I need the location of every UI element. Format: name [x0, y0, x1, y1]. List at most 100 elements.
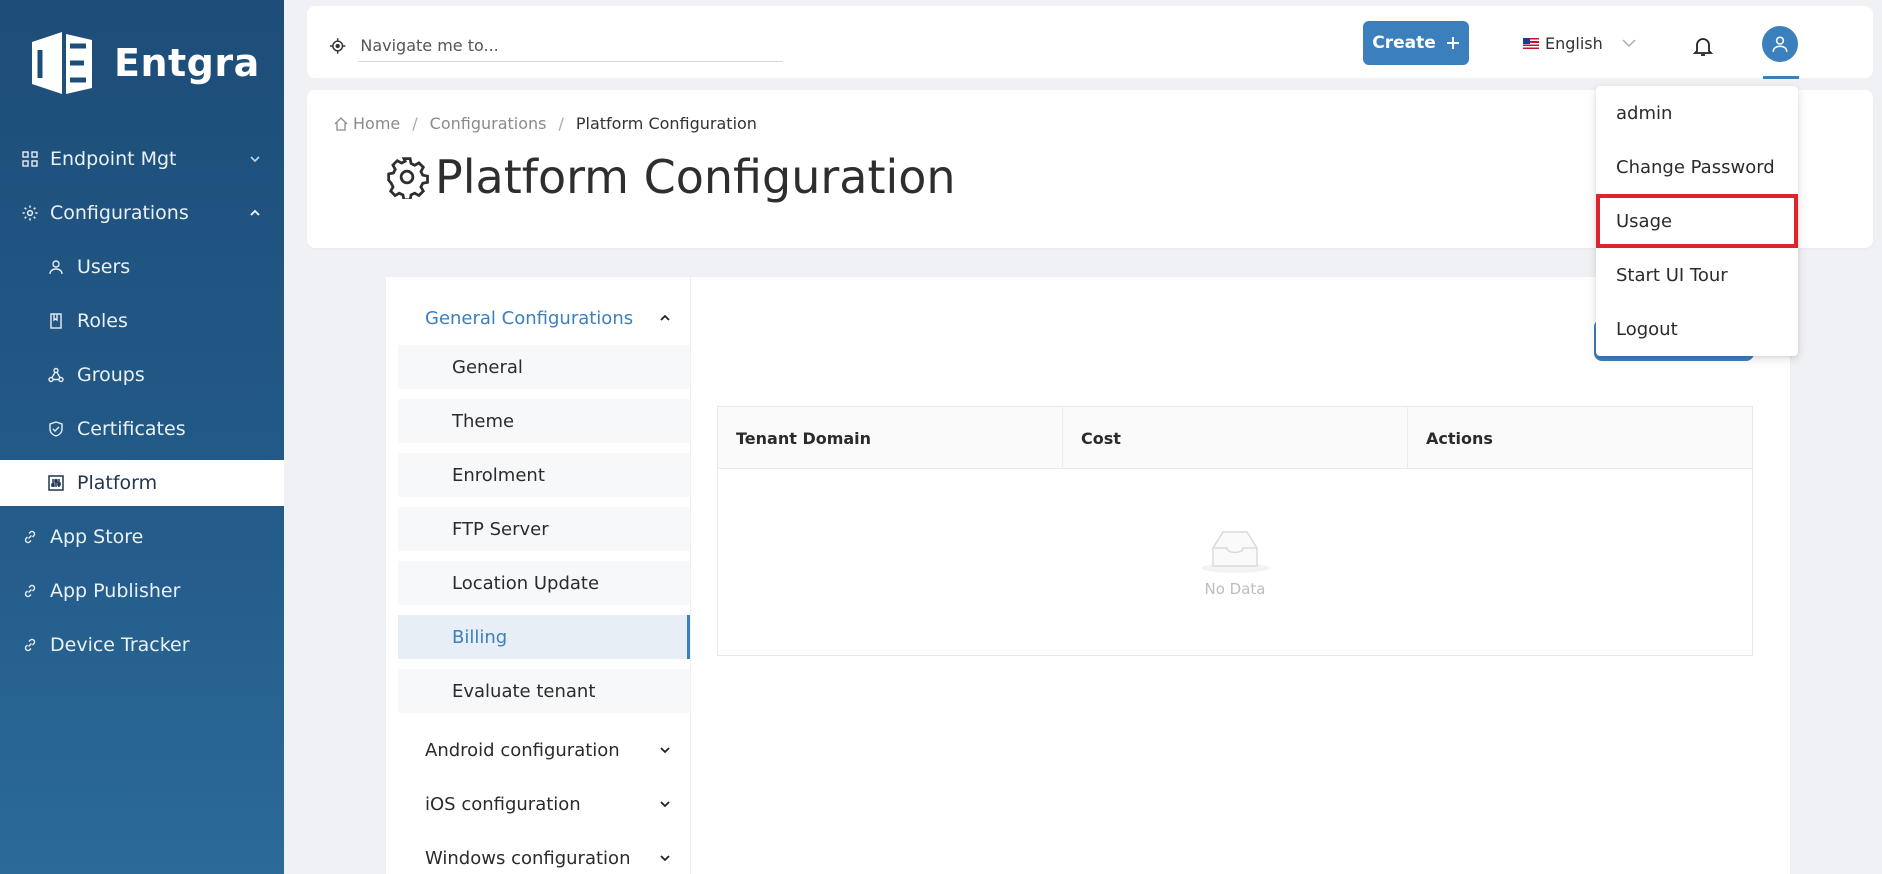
shield-check-icon — [46, 419, 66, 439]
column-header-tenant-domain: Tenant Domain — [718, 407, 1063, 469]
navigate-search — [329, 26, 783, 66]
menu-item-location-update[interactable]: Location Update — [398, 561, 690, 605]
sidebar-item-endpoint-mgt[interactable]: Endpoint Mgt — [0, 136, 284, 182]
billing-table: Tenant Domain Cost Actions No Data — [717, 406, 1753, 656]
user-icon — [1772, 36, 1788, 52]
menu-item-label: Billing — [452, 626, 508, 648]
plus-icon — [1446, 37, 1459, 49]
menu-group-ios-configuration[interactable]: iOS configuration — [398, 777, 690, 831]
home-icon — [334, 116, 348, 131]
navigate-input[interactable] — [358, 30, 783, 62]
empty-state-text: No Data — [1204, 580, 1266, 598]
breadcrumb: Home / Configurations / Platform Configu… — [333, 114, 757, 133]
chevron-up-icon — [660, 314, 670, 321]
book-icon — [46, 311, 66, 331]
create-button-label: Create — [1372, 33, 1436, 53]
gear-icon — [387, 157, 429, 199]
bell-icon[interactable] — [1691, 34, 1715, 58]
sidebar-item-app-publisher[interactable]: App Publisher — [0, 568, 284, 614]
platform-config-panel: General Configurations General Theme Enr… — [385, 276, 1791, 874]
menu-group-general-configurations[interactable]: General Configurations — [398, 291, 690, 345]
user-menu-item-change-password[interactable]: Change Password — [1596, 140, 1798, 194]
sidebar-item-platform[interactable]: Platform — [0, 460, 284, 506]
sidebar-item-roles[interactable]: Roles — [0, 298, 284, 344]
breadcrumb-separator: / — [412, 114, 418, 133]
grid-icon — [20, 149, 40, 169]
link-icon — [20, 581, 40, 601]
table-header: Tenant Domain Cost Actions — [718, 407, 1752, 469]
menu-group-android-configuration[interactable]: Android configuration — [398, 723, 690, 777]
column-header-cost: Cost — [1063, 407, 1408, 469]
chevron-down-icon — [660, 801, 670, 808]
sidebar-item-label: Platform — [77, 472, 158, 494]
sidebar-item-label: Certificates — [77, 418, 186, 440]
empty-state: No Data — [718, 469, 1752, 655]
avatar-active-indicator — [1763, 76, 1799, 79]
breadcrumb-home[interactable]: Home — [353, 114, 400, 133]
sidebar-item-configurations[interactable]: Configurations — [0, 190, 284, 236]
menu-item-label: Theme — [452, 410, 515, 432]
menu-item-label: Enrolment — [452, 464, 545, 486]
sidebar-item-certificates[interactable]: Certificates — [0, 406, 284, 452]
sidebar-item-label: Endpoint Mgt — [50, 148, 177, 170]
sidebar-item-label: App Publisher — [50, 580, 181, 602]
breadcrumb-current: Platform Configuration — [575, 114, 757, 133]
menu-item-label: FTP Server — [452, 518, 549, 540]
menu-item-ftp-server[interactable]: FTP Server — [398, 507, 690, 551]
user-menu-item-admin[interactable]: admin — [1596, 86, 1798, 140]
create-button[interactable]: Create — [1363, 21, 1469, 65]
menu-item-enrolment[interactable]: Enrolment — [398, 453, 690, 497]
cluster-icon — [46, 365, 66, 385]
sliders-icon — [46, 473, 66, 493]
sidebar-item-label: Users — [77, 256, 131, 278]
menu-item-theme[interactable]: Theme — [398, 399, 690, 443]
config-menu: General Configurations General Theme Enr… — [398, 291, 690, 874]
entgra-logo-icon — [32, 32, 92, 94]
menu-item-general[interactable]: General — [398, 345, 690, 389]
user-menu-item-usage[interactable]: Usage — [1596, 194, 1798, 248]
chevron-down-icon — [250, 156, 260, 163]
sidebar-item-users[interactable]: Users — [0, 244, 284, 290]
user-icon — [46, 257, 66, 277]
user-menu-dropdown: admin Change Password Usage Start UI Tou… — [1596, 86, 1798, 356]
brand-name: Entgra — [114, 41, 260, 85]
user-avatar-button[interactable] — [1762, 26, 1798, 62]
chevron-down-icon — [1622, 39, 1636, 47]
sidebar-item-label: App Store — [50, 526, 144, 548]
sidebar-item-label: Roles — [77, 310, 128, 332]
language-value: English — [1545, 33, 1603, 53]
breadcrumb-separator: / — [558, 114, 564, 133]
sidebar-item-label: Groups — [77, 364, 145, 386]
sidebar-item-label: Configurations — [50, 202, 189, 224]
menu-item-billing[interactable]: Billing — [398, 615, 690, 659]
link-icon — [20, 527, 40, 547]
language-select[interactable]: English — [1523, 26, 1637, 60]
us-flag-icon — [1523, 37, 1539, 49]
menu-item-evaluate-tenant[interactable]: Evaluate tenant — [398, 669, 690, 713]
menu-item-label: General — [452, 356, 523, 378]
menu-group-label: Android configuration — [425, 739, 620, 761]
page-title-text: Platform Configuration — [435, 150, 956, 204]
menu-group-label: iOS configuration — [425, 793, 581, 815]
brand-logo[interactable]: Entgra — [26, 28, 260, 98]
page-title: Platform Configuration — [385, 150, 956, 204]
column-header-actions: Actions — [1426, 428, 1493, 448]
sidebar-item-groups[interactable]: Groups — [0, 352, 284, 398]
user-menu-item-logout[interactable]: Logout — [1596, 302, 1798, 356]
chevron-down-icon — [660, 747, 670, 754]
menu-group-label: General Configurations — [425, 307, 634, 329]
sidebar: Entgra Endpoint Mgt Configurations Users… — [0, 0, 284, 874]
user-menu-item-start-ui-tour[interactable]: Start UI Tour — [1596, 248, 1798, 302]
menu-item-label: Evaluate tenant — [452, 680, 596, 702]
chevron-down-icon — [660, 855, 670, 862]
empty-inbox-icon — [1201, 531, 1269, 573]
menu-group-label: Windows configuration — [425, 847, 631, 869]
link-icon — [20, 635, 40, 655]
breadcrumb-configurations[interactable]: Configurations — [430, 114, 547, 133]
sidebar-item-device-tracker[interactable]: Device Tracker — [0, 622, 284, 668]
menu-group-windows-configuration[interactable]: Windows configuration — [398, 831, 690, 874]
sidebar-item-app-store[interactable]: App Store — [0, 514, 284, 560]
menu-item-label: Location Update — [452, 572, 600, 594]
chevron-up-icon — [250, 209, 260, 216]
locate-target-icon — [329, 38, 346, 54]
